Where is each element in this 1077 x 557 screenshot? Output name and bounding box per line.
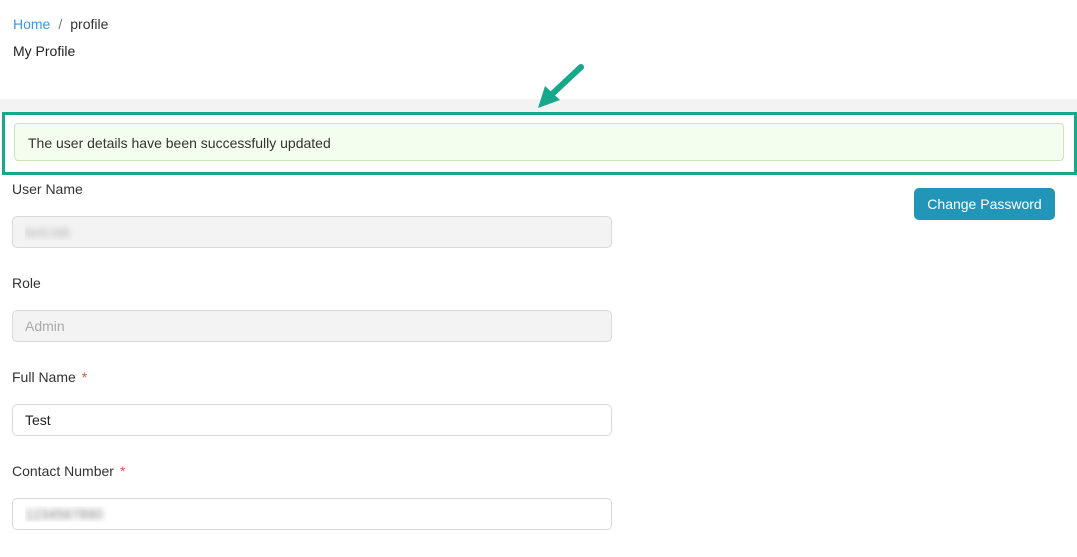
full-name-label: Full Name * — [12, 369, 87, 385]
breadcrumb: Home / profile — [13, 16, 108, 32]
success-alert: The user details have been successfully … — [14, 123, 1064, 161]
role-label: Role — [12, 275, 41, 291]
contact-number-field[interactable] — [12, 498, 612, 530]
username-label: User Name — [12, 181, 83, 197]
page-title: My Profile — [13, 43, 76, 59]
contact-number-label-text: Contact Number — [12, 463, 114, 479]
change-password-button[interactable]: Change Password — [914, 188, 1055, 220]
contact-number-label: Contact Number * — [12, 463, 125, 479]
role-field[interactable] — [12, 310, 612, 342]
required-marker: * — [81, 369, 88, 385]
username-field[interactable] — [12, 216, 612, 248]
annotation-arrow-icon — [538, 64, 584, 108]
required-marker: * — [119, 463, 126, 479]
breadcrumb-current: profile — [70, 16, 109, 32]
alert-highlight-box: The user details have been successfully … — [2, 112, 1077, 175]
full-name-field[interactable] — [12, 404, 612, 436]
full-name-label-text: Full Name — [12, 369, 76, 385]
breadcrumb-separator: / — [58, 16, 63, 32]
breadcrumb-home-link[interactable]: Home — [13, 16, 50, 32]
